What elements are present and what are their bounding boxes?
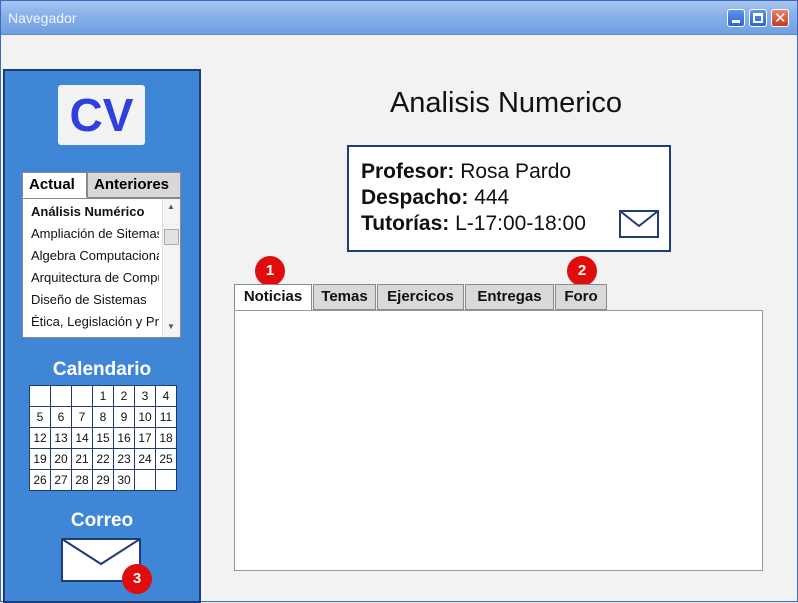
calendar-heading: Calendario [52, 359, 152, 380]
calendar-day[interactable]: 16 [113, 427, 135, 449]
mail-heading: Correo [70, 510, 134, 531]
calendar-day[interactable]: 15 [92, 427, 114, 449]
calendar-day [29, 385, 51, 407]
minimize-icon [732, 20, 740, 23]
tutorias-label: Tutorías: [361, 212, 450, 235]
tab-noticias[interactable]: Noticias [234, 284, 312, 311]
maximize-icon [753, 13, 763, 23]
course-item[interactable]: Algebra Computacional [31, 248, 159, 263]
calendar-day[interactable]: 2 [113, 385, 135, 407]
tab-foro[interactable]: Foro [555, 284, 607, 310]
annotation-badge: 1 [255, 256, 285, 286]
despacho-line: Despacho: 444 [361, 186, 509, 210]
calendar-day [155, 469, 177, 491]
calendar-day[interactable]: 20 [50, 448, 72, 470]
calendar-week: 12 13 14 15 16 17 18 [29, 427, 177, 449]
course-list: Análisis Numérico Ampliación de Sitemas … [22, 198, 181, 338]
calendar-day [71, 385, 93, 407]
calendar-day[interactable]: 5 [29, 406, 51, 428]
cv-logo: CV [58, 85, 145, 145]
calendar-day[interactable]: 3 [134, 385, 156, 407]
calendar-day[interactable]: 28 [71, 469, 93, 491]
tutorias-line: Tutorías: L-17:00-18:00 [361, 212, 586, 236]
course-item[interactable]: Arquitectura de Computadores [31, 270, 159, 285]
scroll-down-icon[interactable]: ▼ [167, 322, 175, 331]
tutorias-value: L-17:00-18:00 [455, 212, 586, 235]
scroll-thumb[interactable] [164, 229, 179, 245]
course-item[interactable]: Análisis Numérico [31, 204, 159, 219]
calendar-day[interactable]: 29 [92, 469, 114, 491]
course-list-scrollbar[interactable]: ▲ ▼ [162, 199, 180, 337]
annotation-badge: 2 [567, 256, 597, 286]
tab-anteriores[interactable]: Anteriores [87, 172, 181, 198]
window-title: Navegador [8, 10, 77, 26]
calendar-week: 5 6 7 8 9 10 11 [29, 406, 177, 428]
course-item[interactable]: Diseño de Sistemas [31, 292, 159, 307]
calendar-day[interactable]: 1 [92, 385, 114, 407]
calendar-week: 19 20 21 22 23 24 25 [29, 448, 177, 470]
calendar-week: 26 27 28 29 30 [29, 469, 177, 491]
profesor-label: Profesor: [361, 160, 455, 183]
professor-info-box: Profesor: Rosa Pardo Despacho: 444 Tutor… [347, 145, 671, 252]
calendar-day[interactable]: 14 [71, 427, 93, 449]
calendar-day[interactable]: 4 [155, 385, 177, 407]
maximize-button[interactable] [749, 9, 767, 27]
calendar-day[interactable]: 12 [29, 427, 51, 449]
calendar-day[interactable]: 17 [134, 427, 156, 449]
calendar-day[interactable]: 21 [71, 448, 93, 470]
calendar-day[interactable]: 30 [113, 469, 135, 491]
sidebar: CV Actual Anteriores Análisis Numérico A… [3, 69, 201, 603]
calendar-day[interactable]: 13 [50, 427, 72, 449]
tab-temas[interactable]: Temas [313, 284, 376, 310]
close-icon: ✕ [774, 9, 787, 27]
tab-entregas[interactable]: Entregas [465, 284, 554, 310]
page-title: Analisis Numerico [389, 87, 623, 119]
calendar-day[interactable]: 9 [113, 406, 135, 428]
calendar-day[interactable]: 18 [155, 427, 177, 449]
tab-actual[interactable]: Actual [22, 172, 87, 198]
calendar-day[interactable]: 23 [113, 448, 135, 470]
calendar-day[interactable]: 11 [155, 406, 177, 428]
scroll-up-icon[interactable]: ▲ [167, 202, 175, 211]
calendar-day[interactable]: 8 [92, 406, 114, 428]
despacho-label: Despacho: [361, 186, 469, 209]
close-button[interactable]: ✕ [771, 9, 789, 27]
browser-window: Navegador ✕ CV Actual Anteriores Análisi… [0, 0, 798, 603]
calendar-day [134, 469, 156, 491]
course-item[interactable]: Ética, Legislación y Profesión [31, 314, 159, 329]
calendar-day[interactable]: 25 [155, 448, 177, 470]
mail-icon[interactable] [619, 210, 659, 238]
calendar: 1 2 3 4 5 6 7 8 9 10 11 12 13 14 15 16 17 18 19 20 21 22 23 24 2… [29, 385, 177, 491]
calendar-week: 1234 [29, 385, 177, 407]
minimize-button[interactable] [727, 9, 745, 27]
calendar-day[interactable]: 10 [134, 406, 156, 428]
tab-ejercicos[interactable]: Ejercicos [377, 284, 464, 310]
calendar-day [50, 385, 72, 407]
tab-content-panel [234, 310, 763, 571]
course-item[interactable]: Ampliación de Sitemas [31, 226, 159, 241]
profesor-line: Profesor: Rosa Pardo [361, 160, 571, 184]
profesor-value: Rosa Pardo [460, 160, 572, 183]
despacho-value: 444 [474, 186, 510, 209]
calendar-day[interactable]: 26 [29, 469, 51, 491]
calendar-day[interactable]: 7 [71, 406, 93, 428]
calendar-day[interactable]: 6 [50, 406, 72, 428]
title-bar: Navegador ✕ [1, 1, 797, 35]
calendar-day[interactable]: 27 [50, 469, 72, 491]
annotation-badge: 3 [122, 564, 152, 594]
calendar-day[interactable]: 22 [92, 448, 114, 470]
calendar-day[interactable]: 19 [29, 448, 51, 470]
calendar-day[interactable]: 24 [134, 448, 156, 470]
